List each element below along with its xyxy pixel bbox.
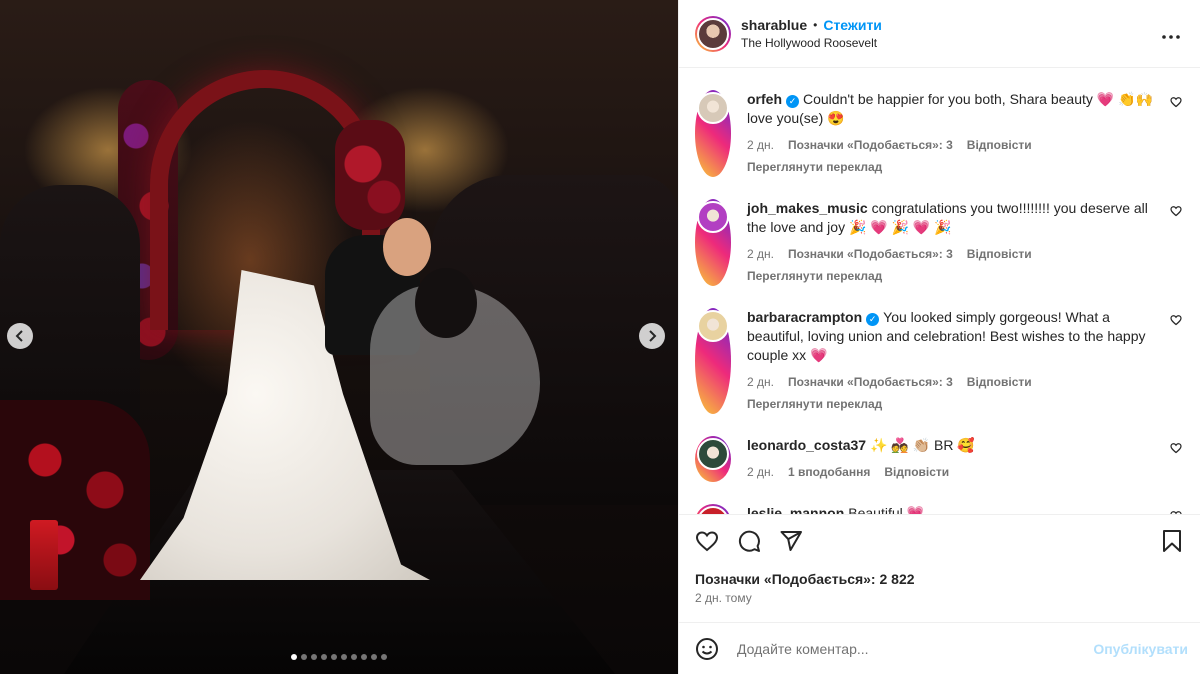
comment-likes[interactable]: 1 вподобання [788,463,870,482]
verified-badge-icon: ✓ [786,95,799,108]
carousel-dot [371,654,377,660]
comment-username[interactable]: barbaracrampton [747,309,862,325]
comment-like-button[interactable] [1170,96,1184,177]
avatar[interactable] [697,201,729,233]
carousel-prev-button[interactable] [7,323,33,349]
comment-like-button[interactable] [1170,442,1184,482]
emoji-icon[interactable] [695,637,719,661]
heart-icon [1170,314,1184,326]
chevron-right-icon [649,330,657,342]
comment-likes[interactable]: Позначки «Подобається»: 3 [788,136,953,155]
translate-button[interactable]: Переглянути переклад [747,395,1158,414]
reply-button[interactable]: Відповісти [967,245,1032,264]
separator-dot: • [813,17,818,32]
comment-avatar-ring[interactable] [695,436,731,482]
heart-icon[interactable] [695,529,719,553]
avatar[interactable] [697,506,729,514]
post-actions: Позначки «Подобається»: 2 822 2 дн. тому [679,514,1200,622]
reply-button[interactable]: Відповісти [967,136,1032,155]
share-icon[interactable] [779,529,803,553]
comment-username[interactable]: leslie_mannon [747,505,844,514]
red-candle [30,520,58,590]
likes-count[interactable]: Позначки «Подобається»: 2 822 [695,571,1184,587]
more-options-button[interactable] [1158,18,1184,49]
more-icon [1162,35,1180,39]
heart-icon [1170,510,1184,514]
comment-time[interactable]: 2 дн. [747,245,774,264]
bride-hair [415,268,477,338]
heart-icon [1170,205,1184,217]
comment-text: Couldn't be happier for you both, Shara … [747,91,1153,126]
comment-likes[interactable]: Позначки «Подобається»: 3 [788,245,953,264]
comment-text: ✨ 💑 👏🏼 BR 🥰 [870,437,975,453]
carousel-dot [351,654,357,660]
groom-head [383,218,431,276]
comment-avatar-ring[interactable] [695,90,731,177]
author-username[interactable]: sharablue [741,16,807,34]
comment-like-button[interactable] [1170,205,1184,286]
comment-avatar-ring[interactable] [695,308,731,414]
follow-button[interactable]: Стежити [823,16,882,34]
comment-composer: Опублікувати [679,622,1200,674]
carousel-dot [321,654,327,660]
carousel-dot [291,654,297,660]
post-header: sharablue • Стежити The Hollywood Roosev… [679,0,1200,68]
carousel-next-button[interactable] [639,323,665,349]
comment-item: joh_makes_music congratulations you two!!… [695,199,1184,286]
verified-badge-icon: ✓ [866,313,880,326]
post-side-panel: sharablue • Стежити The Hollywood Roosev… [678,0,1200,674]
comment-input[interactable] [737,640,1094,657]
comment-username[interactable]: orfeh [747,91,782,107]
carousel-dot [301,654,307,660]
carousel-indicator [0,654,678,660]
post-date[interactable]: 2 дн. тому [695,591,1184,605]
comment-item: barbaracrampton ✓ You looked simply gorgeo… [695,308,1184,414]
carousel-dot [331,654,337,660]
comment-item: orfeh ✓ Couldn't be happier for you both, … [695,90,1184,177]
post-location[interactable]: The Hollywood Roosevelt [741,34,1158,52]
comment-likes[interactable]: Позначки «Подобається»: 3 [788,373,953,392]
heart-icon [1170,96,1184,108]
flower-column-right [335,120,405,230]
translate-button[interactable]: Переглянути переклад [747,158,1158,177]
avatar[interactable] [697,17,729,50]
author-avatar-ring[interactable] [695,15,731,52]
chevron-left-icon [15,330,23,342]
carousel-dot [361,654,367,660]
heart-icon [1170,442,1184,454]
comment-text: Beautiful 💗 [848,505,925,514]
comment-time[interactable]: 2 дн. [747,463,774,482]
avatar[interactable] [697,310,729,342]
publish-button[interactable]: Опублікувати [1093,641,1188,657]
post-photo[interactable] [0,0,678,674]
comment-time[interactable]: 2 дн. [747,136,774,155]
comment-time[interactable]: 2 дн. [747,373,774,392]
rose-arrangement [0,400,150,600]
comment-item: leonardo_costa37 ✨ 💑 👏🏼 BR 🥰 2 дн. 1 вподоб… [695,436,1184,482]
avatar[interactable] [697,92,729,124]
translate-button[interactable]: Переглянути переклад [747,267,1158,286]
avatar[interactable] [697,438,729,470]
reply-button[interactable]: Відповісти [967,373,1032,392]
comment-avatar-ring[interactable] [695,504,731,514]
comment-like-button[interactable] [1170,510,1184,514]
comment-icon[interactable] [737,529,761,553]
comment-username[interactable]: joh_makes_music [747,200,868,216]
comment-username[interactable]: leonardo_costa37 [747,437,866,453]
reply-button[interactable]: Відповісти [884,463,949,482]
comments-list[interactable]: orfeh ✓ Couldn't be happier for you both, … [679,68,1200,514]
carousel-dot [381,654,387,660]
comment-item: leslie_mannon Beautiful 💗 [695,504,1184,514]
carousel-dot [311,654,317,660]
comment-like-button[interactable] [1170,314,1184,414]
carousel-dot [341,654,347,660]
comment-avatar-ring[interactable] [695,199,731,286]
bookmark-icon[interactable] [1160,529,1184,553]
